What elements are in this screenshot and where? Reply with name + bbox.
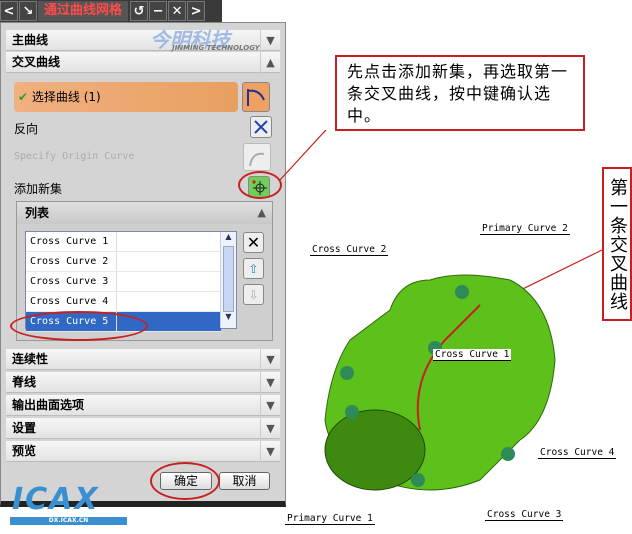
label-cross-curve-3: Cross Curve 3 [485,509,564,521]
label-cross-curve-1: Cross Curve 1 [433,349,512,361]
section-settings[interactable]: 设置 ▼ [6,418,280,439]
section-preview[interactable]: 预览 ▼ [6,441,280,462]
list-title: 列表 [25,206,50,220]
model-viewport[interactable] [280,130,630,534]
chevron-up-icon[interactable]: ▲ [258,202,266,224]
section-label: 设置 [12,421,37,435]
reverse-label: 反向 [14,122,39,136]
section-spine[interactable]: 脊线 ▼ [6,372,280,393]
section-continuity[interactable]: 连续性 ▼ [6,349,280,370]
list-item[interactable]: Cross Curve 2 [26,252,221,272]
move-down-icon: ⇩ [243,284,264,305]
section-label: 预览 [12,444,37,458]
scroll-thumb[interactable] [223,246,234,312]
callout-box: 先点击添加新集，再选取第一条交叉曲线，按中键确认选中。 [335,55,585,131]
chevron-up-icon[interactable]: ▲ [260,52,280,73]
specify-origin-label: Specify Origin Curve [14,151,135,162]
label-primary-curve-2: Primary Curve 2 [480,223,570,235]
chevron-down-icon[interactable]: ▼ [260,30,280,51]
delete-icon[interactable]: ✕ [243,232,264,253]
add-new-set-label: 添加新集 [14,182,63,196]
select-curve-label: 选择曲线 (1) [31,90,101,104]
dialog-title: 通过曲线网格 [38,1,129,21]
label-cross-curve-2: Cross Curve 2 [310,244,389,256]
model-opening [324,409,426,491]
callout-leader [280,130,327,181]
highlight-oval-add-set [238,171,282,199]
scroll-up-icon[interactable]: ▲ [221,232,236,246]
section-label: 脊线 [12,375,37,389]
list-item[interactable]: Cross Curve 4 [26,292,221,312]
section-label: 输出曲面选项 [12,398,85,412]
section-label: 连续性 [12,352,49,366]
close-icon[interactable]: ✕ [168,1,187,21]
section-cross-curves[interactable]: 交叉曲线 ▲ [6,52,280,73]
chevron-down-icon[interactable]: ▼ [260,349,280,370]
minimize-icon[interactable]: − [149,1,168,21]
list-header[interactable]: 列表 ▲ [17,202,272,224]
list-scrollbar[interactable]: ▲ ▼ [220,232,236,328]
select-curve-row[interactable]: ✔ 选择曲线 (1) [14,82,238,112]
chevron-down-icon[interactable]: ▼ [260,372,280,393]
label-primary-curve-1: Primary Curve 1 [285,513,375,525]
reverse-direction-icon[interactable] [250,116,272,138]
reset-icon[interactable]: ↺ [130,1,149,21]
cancel-button[interactable]: 取消 [219,472,270,490]
highlight-oval-ok [150,462,220,500]
curve-select-icon[interactable] [242,82,270,112]
dialog-titlebar: < ↘ 通过曲线网格 ↺ − ✕ > [0,0,222,22]
check-icon: ✔ [18,90,29,104]
icax-logo: ICAX [12,482,100,517]
arrow-icon[interactable]: ↘ [19,1,37,21]
back-icon[interactable]: < [0,1,18,21]
move-up-icon[interactable]: ⇧ [243,258,264,279]
origin-curve-icon [243,143,271,171]
list-item[interactable]: Cross Curve 1 [26,232,221,252]
label-cross-curve-4: Cross Curve 4 [538,447,617,459]
scroll-down-icon[interactable]: ▼ [221,312,236,326]
section-label: 主曲线 [12,33,49,47]
chevron-down-icon[interactable]: ▼ [260,441,280,462]
highlight-oval-curve5 [10,311,148,341]
section-label: 交叉曲线 [12,55,61,69]
icax-url: DX.ICAX.CN [10,517,127,525]
chevron-down-icon[interactable]: ▼ [260,418,280,439]
list-item[interactable]: Cross Curve 3 [26,272,221,292]
forward-icon[interactable]: > [187,1,206,21]
section-output-options[interactable]: 输出曲面选项 ▼ [6,395,280,416]
chevron-down-icon[interactable]: ▼ [260,395,280,416]
section-primary-curves[interactable]: 主曲线 ▼ [6,30,280,51]
